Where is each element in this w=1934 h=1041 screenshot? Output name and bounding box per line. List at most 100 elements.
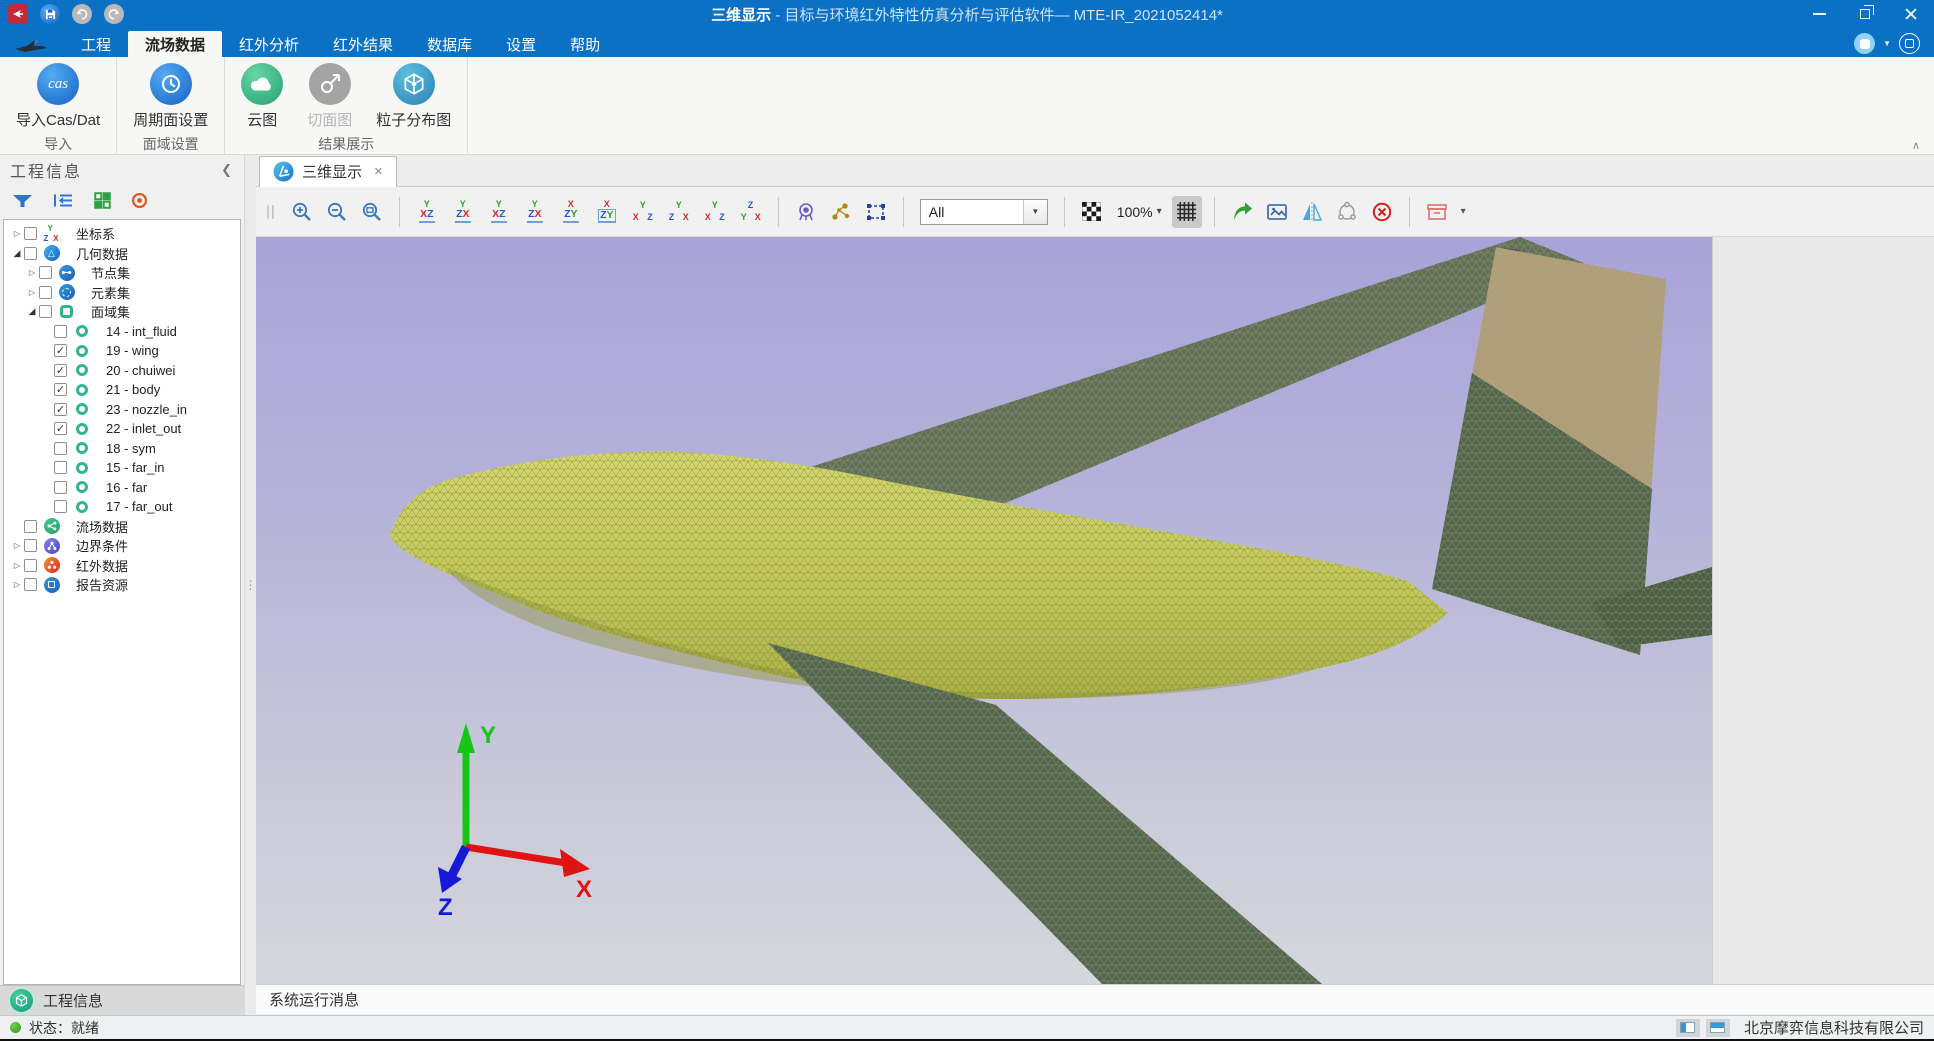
view-orientation-button[interactable]: XZY [556, 195, 586, 229]
view-orientation-button[interactable]: YZX [448, 195, 478, 229]
ribbon-collapse-icon[interactable]: ∧ [1912, 139, 1920, 152]
tree-item[interactable]: ▷边界条件 [4, 536, 240, 556]
menu-tab[interactable]: 数据库 [410, 31, 489, 57]
expander-icon[interactable]: ▷ [25, 268, 39, 277]
tree-item[interactable]: 15 - far_in [4, 458, 240, 478]
chevron-down-icon[interactable]: ▼ [1883, 39, 1891, 48]
select-box-button[interactable] [861, 196, 891, 228]
grid-button[interactable] [1172, 196, 1202, 228]
tree-item[interactable]: 18 - sym [4, 439, 240, 459]
list-icon[interactable] [53, 193, 74, 211]
tree-item[interactable]: ◢△几何数据 [4, 244, 240, 264]
expander-icon[interactable]: ▷ [10, 580, 24, 589]
checkbox[interactable]: ✓ [54, 422, 67, 435]
tree-item[interactable]: ▷元素集 [4, 283, 240, 303]
tree-item[interactable]: 14 - int_fluid [4, 322, 240, 342]
panel-footer[interactable]: 工程信息 [0, 985, 244, 1015]
toolbar-drag-handle[interactable]: || [266, 203, 276, 220]
close-button[interactable] [1888, 0, 1934, 28]
undo-icon[interactable] [72, 4, 92, 24]
view-orientation-button[interactable]: YXZ [412, 195, 442, 229]
zoom-level[interactable]: 100%▾ [1112, 204, 1167, 220]
view-orientation-button[interactable]: YZX [520, 195, 550, 229]
help-panel-icon[interactable] [1899, 33, 1920, 54]
checkbox[interactable] [39, 286, 52, 299]
panel-splitter[interactable]: ⋮ [244, 155, 256, 1015]
combo-dropdown-button[interactable]: ▼ [1023, 200, 1047, 224]
checkbox[interactable] [24, 539, 37, 552]
panel-left-icon[interactable] [1676, 1019, 1700, 1037]
minimize-button[interactable] [1796, 0, 1842, 28]
ribbon-button[interactable]: cas导入Cas/Dat [12, 62, 104, 131]
checkbox[interactable] [39, 266, 52, 279]
menu-tab[interactable]: 红外分析 [222, 31, 316, 57]
checkbox[interactable] [54, 481, 67, 494]
menu-tab[interactable]: 工程 [64, 31, 128, 57]
tree-item[interactable]: ✓22 - inlet_out [4, 419, 240, 439]
tab-close-icon[interactable]: × [374, 163, 383, 180]
expander-icon[interactable]: ▷ [10, 561, 24, 570]
zoom-in-button[interactable] [287, 196, 317, 228]
surface-filter-combobox[interactable]: All▼ [920, 199, 1048, 225]
mirror-button[interactable] [1297, 196, 1327, 228]
view-orientation-button[interactable]: XZY [592, 195, 622, 229]
save-icon[interactable] [40, 4, 60, 24]
checkbox[interactable] [54, 461, 67, 474]
tree-item[interactable]: ✓20 - chuiwei [4, 361, 240, 381]
menu-tab[interactable]: 帮助 [553, 31, 617, 57]
restore-button[interactable] [1842, 0, 1888, 28]
menu-tab[interactable]: 红外结果 [316, 31, 410, 57]
expander-icon[interactable]: ▷ [10, 541, 24, 550]
tree-item[interactable]: ✓23 - nozzle_in [4, 400, 240, 420]
view-orientation-button[interactable]: YZX [664, 195, 694, 229]
checkbox[interactable]: ✓ [54, 344, 67, 357]
checkbox[interactable] [24, 227, 37, 240]
cancel-button[interactable] [1367, 196, 1397, 228]
menu-tab[interactable]: 设置 [489, 31, 553, 57]
tree-item[interactable]: ◢面域集 [4, 302, 240, 322]
zoom-fit-button[interactable] [357, 196, 387, 228]
checkbox[interactable] [24, 247, 37, 260]
expander-icon[interactable]: ◢ [10, 248, 24, 259]
zoom-out-button[interactable] [322, 196, 352, 228]
tree-item[interactable]: 流场数据 [4, 517, 240, 537]
tree-item[interactable]: ▷节点集 [4, 263, 240, 283]
share-arrow-button[interactable] [1227, 196, 1257, 228]
checkbox[interactable] [39, 305, 52, 318]
checkbox[interactable]: ✓ [54, 403, 67, 416]
checkbox[interactable] [54, 325, 67, 338]
checkbox[interactable] [24, 559, 37, 572]
panel-collapse-icon[interactable]: ❮ [221, 162, 234, 178]
view-orientation-button[interactable]: YXZ [700, 195, 730, 229]
redo-icon[interactable] [104, 4, 124, 24]
panel-bottom-icon[interactable] [1706, 1019, 1730, 1037]
tree-item[interactable]: ▷YZX坐标系 [4, 224, 240, 244]
filter-icon[interactable] [12, 194, 33, 211]
package-button[interactable] [1422, 196, 1452, 228]
ribbon-button[interactable]: 周期面设置 [129, 62, 212, 131]
expander-icon[interactable]: ◢ [25, 306, 39, 317]
app-logo-icon[interactable] [8, 4, 28, 24]
ribbon-button[interactable]: 云图 [237, 62, 287, 131]
tree-item[interactable]: 16 - far [4, 478, 240, 498]
scatter-button[interactable] [826, 196, 856, 228]
target-icon[interactable] [131, 192, 148, 212]
smooth-button[interactable] [1332, 196, 1362, 228]
checkbox[interactable] [24, 520, 37, 533]
grid-icon[interactable] [94, 192, 111, 212]
view-orientation-button[interactable]: YXZ [628, 195, 658, 229]
tree-item[interactable]: ✓19 - wing [4, 341, 240, 361]
probe-button[interactable] [791, 196, 821, 228]
view-orientation-button[interactable]: ZYX [736, 195, 766, 229]
tree-item[interactable]: ✓21 - body [4, 380, 240, 400]
tab-3d-view[interactable]: 三维显示 × [259, 156, 397, 187]
style-switch-icon[interactable] [1854, 33, 1875, 54]
checkbox[interactable]: ✓ [54, 364, 67, 377]
expander-icon[interactable]: ▷ [25, 288, 39, 297]
viewport-3d-canvas[interactable]: Y X Z [256, 237, 1712, 984]
checkbox[interactable]: ✓ [54, 383, 67, 396]
expander-icon[interactable]: ▷ [10, 229, 24, 238]
snapshot-button[interactable] [1262, 196, 1292, 228]
tree-item[interactable]: ▷红外数据 [4, 556, 240, 576]
checkbox[interactable] [54, 500, 67, 513]
